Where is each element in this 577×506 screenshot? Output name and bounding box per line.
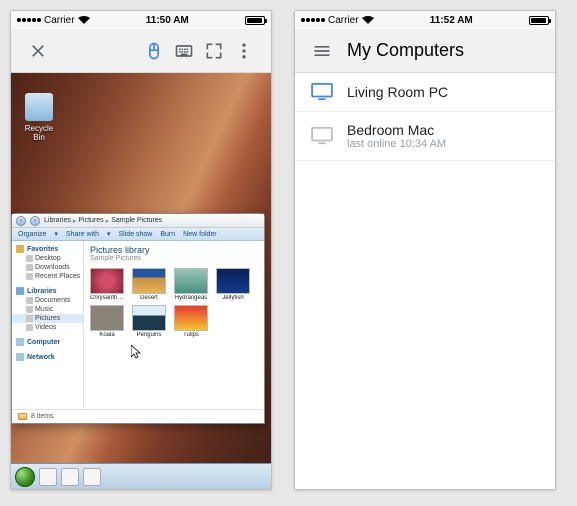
nav-item[interactable]: Pictures — [12, 314, 83, 323]
battery-icon — [529, 16, 549, 25]
thumb-hydrangeas[interactable]: Hydrangeas — [174, 268, 208, 301]
thumb-jellyfish[interactable]: Jellyfish — [216, 268, 250, 301]
thumb-penguins[interactable]: Penguins — [132, 305, 166, 338]
mouse-icon[interactable] — [139, 36, 169, 66]
session-toolbar — [11, 29, 271, 73]
computer-row[interactable]: Living Room PC — [295, 73, 555, 112]
signal-dots-icon — [301, 18, 325, 22]
nav-group-computer[interactable]: Computer — [12, 338, 83, 347]
nav-item[interactable]: Desktop — [12, 254, 83, 263]
clock: 11:50 AM — [146, 15, 189, 26]
slideshow-button[interactable]: Slide show — [119, 231, 153, 238]
breadcrumb[interactable]: Libraries▸ Pictures▸ Sample Pictures — [44, 217, 162, 225]
explorer-statusbar: 8 items — [12, 409, 264, 423]
nav-item[interactable]: Music — [12, 305, 83, 314]
list-toolbar: My Computers — [295, 29, 555, 73]
thumb-chrysanthemum[interactable]: Chrysanthemum — [90, 268, 124, 301]
taskbar[interactable] — [11, 463, 271, 489]
computer-row[interactable]: Bedroom Mac last online 10:34 AM — [295, 112, 555, 161]
burn-button[interactable]: Burn — [160, 231, 175, 238]
carrier-label: Carrier — [328, 15, 359, 26]
library-subtitle: Sample Pictures — [90, 255, 258, 262]
battery-icon — [245, 16, 265, 25]
recycle-bin-icon[interactable]: Recycle Bin — [19, 93, 59, 142]
page-title: My Computers — [347, 40, 464, 61]
wifi-icon — [362, 16, 374, 24]
close-icon[interactable] — [23, 36, 53, 66]
nav-back-icon[interactable]: ‹ — [16, 216, 26, 226]
explorer-window[interactable]: ‹ › Libraries▸ Pictures▸ Sample Pictures… — [11, 213, 265, 424]
folder-icon — [18, 413, 27, 420]
keyboard-icon[interactable] — [169, 36, 199, 66]
nav-item[interactable]: Recent Places — [12, 272, 83, 281]
start-button-icon[interactable] — [15, 467, 35, 487]
computer-icon — [311, 83, 333, 101]
organize-menu[interactable]: Organize — [18, 231, 46, 238]
computer-name: Living Room PC — [347, 84, 448, 100]
fullscreen-icon[interactable] — [199, 36, 229, 66]
taskbar-item[interactable] — [39, 468, 57, 486]
clock: 11:52 AM — [430, 15, 473, 26]
nav-group-network[interactable]: Network — [12, 353, 83, 362]
explorer-titlebar[interactable]: ‹ › Libraries▸ Pictures▸ Sample Pictures — [12, 214, 264, 228]
taskbar-item[interactable] — [83, 468, 101, 486]
phone-computer-list: Carrier 11:52 AM My Computers Living Roo… — [294, 10, 556, 490]
phone-remote-session: Carrier 11:50 AM Recycle Bin — [10, 10, 272, 490]
signal-dots-icon — [17, 18, 41, 22]
computers-list: Living Room PC Bedroom Mac last online 1… — [295, 73, 555, 489]
overflow-menu-icon[interactable] — [229, 36, 259, 66]
computer-icon — [311, 127, 333, 145]
new-folder-button[interactable]: New folder — [183, 231, 216, 238]
nav-forward-icon[interactable]: › — [30, 216, 40, 226]
library-title: Pictures library — [90, 245, 258, 255]
wifi-icon — [78, 16, 90, 24]
cursor-icon — [131, 345, 141, 359]
remote-desktop-viewport[interactable]: Recycle Bin ‹ › Libraries▸ Pictures▸ Sam… — [11, 73, 271, 489]
nav-group-favorites[interactable]: Favorites — [12, 245, 83, 254]
thumb-tulips[interactable]: Tulips — [174, 305, 208, 338]
nav-pane: Favorites Desktop Downloads Recent Place… — [12, 241, 84, 409]
content-pane[interactable]: Pictures library Sample Pictures Chrysan… — [84, 241, 264, 409]
nav-item[interactable]: Downloads — [12, 263, 83, 272]
computer-status: last online 10:34 AM — [347, 138, 446, 150]
explorer-toolbar: Organize▾ Share with▾ Slide show Burn Ne… — [12, 228, 264, 241]
nav-item[interactable]: Videos — [12, 323, 83, 332]
share-menu[interactable]: Share with — [66, 231, 99, 238]
nav-group-libraries[interactable]: Libraries — [12, 287, 83, 296]
status-bar: Carrier 11:52 AM — [295, 11, 555, 29]
nav-item[interactable]: Documents — [12, 296, 83, 305]
taskbar-item[interactable] — [61, 468, 79, 486]
thumb-desert[interactable]: Desert — [132, 268, 166, 301]
computer-name: Bedroom Mac — [347, 122, 446, 138]
hamburger-menu-icon[interactable] — [307, 36, 337, 66]
status-bar: Carrier 11:50 AM — [11, 11, 271, 29]
carrier-label: Carrier — [44, 15, 75, 26]
thumb-koala[interactable]: Koala — [90, 305, 124, 338]
